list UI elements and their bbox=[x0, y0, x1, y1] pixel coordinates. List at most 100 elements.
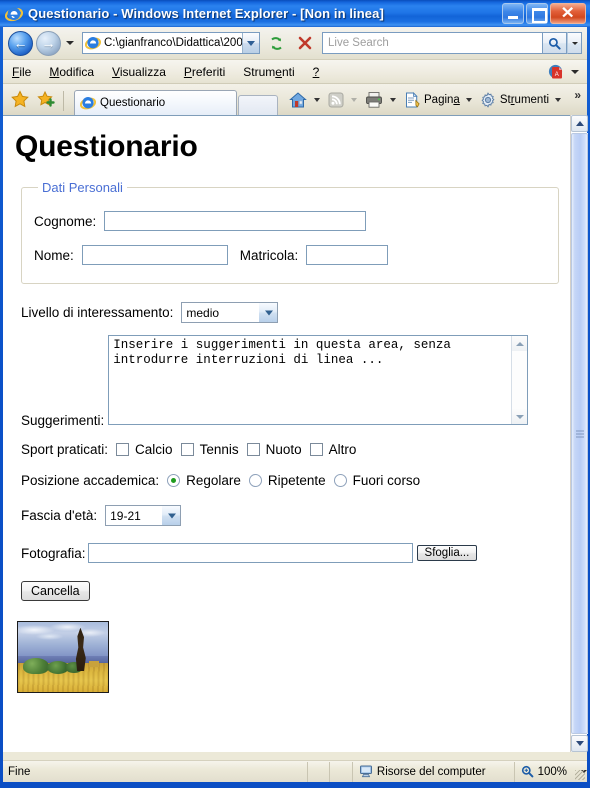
address-dropdown-button[interactable] bbox=[242, 33, 259, 53]
toolbar-overflow-button[interactable]: » bbox=[574, 88, 581, 102]
radio-regolare[interactable] bbox=[167, 474, 181, 487]
history-dropdown-button[interactable] bbox=[63, 31, 76, 55]
age-select[interactable]: 19-21 bbox=[105, 505, 182, 526]
zoom-level-label: 100% bbox=[537, 765, 567, 778]
star-plus-icon[interactable] bbox=[36, 89, 58, 111]
stop-button[interactable] bbox=[292, 31, 318, 55]
interest-select-wrapper: medio bbox=[181, 302, 279, 323]
back-button[interactable]: ← bbox=[8, 30, 33, 56]
status-cell-2 bbox=[330, 761, 353, 782]
refresh-button[interactable] bbox=[263, 31, 289, 55]
menu-item-file[interactable]: File bbox=[3, 63, 40, 81]
home-button[interactable] bbox=[286, 90, 310, 110]
browser-chrome: ← → C:\gianfranco\Didattica\2007-20 bbox=[3, 27, 588, 782]
cognome-input[interactable] bbox=[104, 211, 367, 231]
page-title: Questionario bbox=[15, 130, 198, 163]
scrollbar-thumb[interactable] bbox=[571, 133, 588, 734]
menu-item-preferiti[interactable]: Preferiti bbox=[175, 63, 234, 81]
tools-menu-label: Strumenti bbox=[499, 94, 550, 106]
my-computer-icon bbox=[359, 765, 373, 778]
personal-data-fieldset: Dati Personali Cognome: Nome: Matricola: bbox=[21, 180, 559, 284]
scroll-up-button[interactable] bbox=[512, 336, 528, 351]
radio-ripetente-label: Ripetente bbox=[267, 473, 326, 488]
sports-label: Sport praticati: bbox=[21, 442, 109, 457]
gear-icon bbox=[481, 92, 495, 108]
checkbox-calcio[interactable] bbox=[116, 443, 130, 456]
close-button[interactable]: ✕ bbox=[550, 3, 586, 24]
textarea-scrollbar[interactable] bbox=[511, 336, 528, 424]
new-tab-button[interactable] bbox=[238, 95, 278, 115]
menu-bar: File Modifica Visualizza Preferiti Strum… bbox=[3, 60, 587, 84]
interest-select[interactable]: medio bbox=[181, 302, 279, 323]
painting-sky bbox=[18, 622, 108, 659]
print-button[interactable] bbox=[362, 90, 386, 110]
academic-label: Posizione accademica: bbox=[21, 473, 160, 488]
checkbox-altro[interactable] bbox=[309, 443, 323, 456]
back-arrow-icon: ← bbox=[13, 35, 28, 51]
nome-matricola-row: Nome: Matricola: bbox=[34, 245, 546, 265]
menu-item-strumenti[interactable]: Strumenti bbox=[234, 63, 303, 81]
chevron-down-icon[interactable] bbox=[390, 98, 396, 102]
checkbox-nuoto[interactable] bbox=[246, 443, 260, 456]
radio-ripetente[interactable] bbox=[248, 474, 262, 487]
checkbox-altro-label: Altro bbox=[328, 442, 357, 457]
maximize-button[interactable] bbox=[526, 3, 548, 24]
chevron-down-icon[interactable] bbox=[555, 98, 562, 102]
menu-item-modifica[interactable]: Modifica bbox=[40, 63, 103, 81]
tab-label: Questionario bbox=[100, 97, 166, 109]
address-input[interactable]: C:\gianfranco\Didattica\2007-20 bbox=[104, 37, 242, 49]
reset-button[interactable]: Cancella bbox=[21, 581, 90, 601]
resize-grip-icon[interactable] bbox=[575, 770, 585, 780]
checkbox-tennis[interactable] bbox=[180, 443, 194, 456]
menu-item-visualizza[interactable]: Visualizza bbox=[103, 63, 175, 81]
scroll-up-icon bbox=[575, 121, 584, 126]
photo-label: Fotografia: bbox=[21, 545, 86, 561]
sports-row: Sport praticati: Calcio Tennis Nuoto Alt… bbox=[21, 442, 571, 457]
chevron-down-icon[interactable] bbox=[465, 98, 472, 102]
photo-preview-image bbox=[17, 621, 109, 693]
page-viewport: Questionario Dati Personali Cognome: Nom… bbox=[3, 115, 587, 752]
tab-questionario[interactable]: Questionario bbox=[74, 90, 237, 115]
browse-button[interactable]: Sfoglia... bbox=[416, 545, 478, 561]
magnifier-icon bbox=[548, 37, 561, 50]
search-go-button[interactable] bbox=[543, 32, 567, 54]
menu-item-help[interactable]: ? bbox=[304, 63, 329, 81]
forward-arrow-icon: → bbox=[41, 35, 56, 51]
suggestions-textarea-wrapper bbox=[108, 335, 529, 428]
chevron-down-icon[interactable] bbox=[571, 70, 579, 74]
nome-input[interactable] bbox=[81, 245, 228, 265]
status-bar: Fine Risorse del computer 100% bbox=[3, 760, 587, 782]
adobe-pdf-icon[interactable]: A bbox=[547, 63, 565, 81]
search-placeholder: Live Search bbox=[328, 37, 389, 49]
chevron-down-icon bbox=[351, 98, 357, 102]
reset-row: Cancella bbox=[21, 581, 571, 601]
address-bar[interactable]: C:\gianfranco\Didattica\2007-20 bbox=[82, 32, 260, 54]
fieldset-legend: Dati Personali bbox=[42, 180, 123, 195]
page-menu-button[interactable]: Pagina bbox=[401, 91, 462, 109]
status-cell-1 bbox=[308, 761, 331, 782]
star-icon[interactable] bbox=[10, 89, 32, 111]
scroll-down-button[interactable] bbox=[512, 409, 528, 424]
scroll-up-button[interactable] bbox=[571, 115, 588, 132]
suggestions-textarea[interactable] bbox=[108, 335, 529, 425]
scroll-down-button[interactable] bbox=[571, 735, 588, 752]
security-zone-label: Risorse del computer bbox=[376, 765, 486, 778]
search-dropdown-button[interactable] bbox=[567, 32, 582, 54]
forward-button[interactable]: → bbox=[36, 30, 61, 56]
stop-icon bbox=[297, 35, 313, 51]
tools-menu-button[interactable]: Strumenti bbox=[477, 91, 551, 109]
photo-path-input[interactable] bbox=[87, 543, 413, 563]
page-scrollbar[interactable] bbox=[570, 115, 588, 752]
window-title: Questionario - Windows Internet Explorer… bbox=[28, 6, 384, 21]
security-zone[interactable]: Risorse del computer bbox=[353, 761, 515, 782]
search-input[interactable]: Live Search bbox=[322, 32, 543, 54]
radio-fuori-corso[interactable] bbox=[333, 474, 347, 487]
ie-logo-icon bbox=[79, 95, 97, 111]
matricola-input[interactable] bbox=[306, 245, 389, 265]
minimize-button[interactable] bbox=[502, 3, 524, 24]
scrollbar-track[interactable] bbox=[571, 133, 588, 734]
rss-feed-button[interactable] bbox=[325, 91, 347, 109]
interest-label: Livello di interessamento: bbox=[21, 305, 174, 320]
chevron-down-icon[interactable] bbox=[314, 98, 320, 102]
address-toolbar: ← → C:\gianfranco\Didattica\2007-20 bbox=[3, 27, 587, 60]
